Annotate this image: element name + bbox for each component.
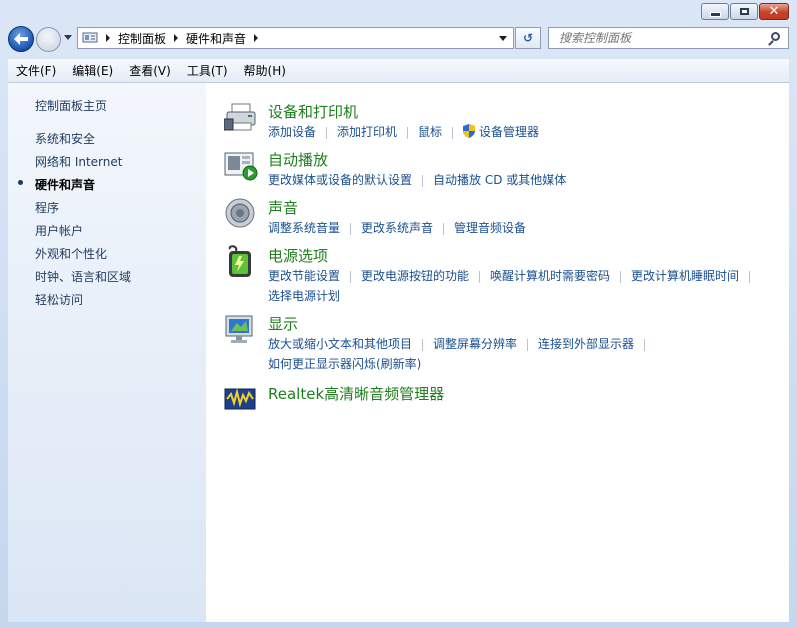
link-separator <box>326 126 328 139</box>
breadcrumb-arrow-icon[interactable] <box>254 34 259 42</box>
link-separator <box>479 270 481 283</box>
menu-file[interactable]: 文件(F) <box>8 62 64 79</box>
content-area: 控制面板主页 系统和安全 网络和 Internet 硬件和声音 程序 用户帐户 … <box>8 83 789 622</box>
link-separator <box>749 270 751 283</box>
sidebar-item-user-accounts[interactable]: 用户帐户 <box>35 222 83 239</box>
recent-pages-dropdown[interactable] <box>64 35 72 40</box>
link-refresh-rate[interactable]: 如何更正显示器闪烁(刷新率) <box>268 357 421 371</box>
search-input[interactable] <box>557 30 761 46</box>
back-button[interactable] <box>8 26 34 52</box>
address-bar[interactable]: 控制面板 硬件和声音 <box>77 27 514 49</box>
link-separator <box>350 222 352 235</box>
sidebar-item-network[interactable]: 网络和 Internet <box>35 153 122 170</box>
refresh-button[interactable]: ↺ <box>515 27 541 49</box>
link-mouse[interactable]: 鼠标 <box>418 125 442 139</box>
link-autoplay-cd[interactable]: 自动播放 CD 或其他媒体 <box>433 173 566 187</box>
link-separator <box>620 270 622 283</box>
sidebar-item-hardware-sound[interactable]: 硬件和声音 <box>35 176 95 193</box>
category-title-realtek-audio[interactable]: Realtek高清晰音频管理器 <box>268 383 444 404</box>
sidebar-item-clock-region[interactable]: 时钟、语言和区域 <box>35 268 131 285</box>
link-power-saving-settings[interactable]: 更改节能设置 <box>268 269 340 283</box>
sidebar-item-system-security[interactable]: 系统和安全 <box>35 130 95 147</box>
main-panel: 设备和打印机 添加设备 添加打印机 鼠标 设备管理器 自动播放 更改媒体或设备的默认设… <box>206 83 789 622</box>
link-separator <box>350 270 352 283</box>
link-screen-resolution[interactable]: 调整屏幕分辨率 <box>433 337 517 351</box>
minimize-button[interactable] <box>701 3 729 20</box>
link-change-media-defaults[interactable]: 更改媒体或设备的默认设置 <box>268 173 412 187</box>
breadcrumb: 控制面板 硬件和声音 <box>98 28 266 48</box>
menu-tools[interactable]: 工具(T) <box>179 62 236 79</box>
back-arrow-icon <box>14 33 28 45</box>
forward-arrow-icon <box>42 34 55 45</box>
link-add-device[interactable]: 添加设备 <box>268 125 316 139</box>
menu-help[interactable]: 帮助(H) <box>236 62 294 79</box>
sidebar-item-ease-of-access[interactable]: 轻松访问 <box>35 291 83 308</box>
category-title-autoplay[interactable]: 自动播放 <box>268 149 328 170</box>
speaker-icon[interactable] <box>224 197 256 229</box>
link-separator <box>422 174 424 187</box>
category-links: 调整系统音量 更改系统声音 管理音频设备 <box>268 218 788 238</box>
printer-icon[interactable] <box>223 101 256 133</box>
link-separator <box>644 338 646 351</box>
link-change-system-sounds[interactable]: 更改系统声音 <box>361 221 433 235</box>
link-sleep-time[interactable]: 更改计算机睡眠时间 <box>631 269 739 283</box>
control-panel-window: ✕ 控制面板 硬件和声音 ↺ 文件( <box>0 0 797 628</box>
current-item-bullet <box>18 180 23 185</box>
link-separator <box>407 126 409 139</box>
menu-view[interactable]: 查看(V) <box>121 62 179 79</box>
link-power-button-function[interactable]: 更改电源按钮的功能 <box>361 269 469 283</box>
sidebar: 控制面板主页 系统和安全 网络和 Internet 硬件和声音 程序 用户帐户 … <box>8 83 206 622</box>
category-title-power-options[interactable]: 电源选项 <box>268 245 328 266</box>
sidebar-item-programs[interactable]: 程序 <box>35 199 59 216</box>
breadcrumb-arrow-icon[interactable] <box>174 34 179 42</box>
breadcrumb-arrow-icon[interactable] <box>106 34 110 42</box>
close-button[interactable]: ✕ <box>759 3 789 20</box>
link-adjust-volume[interactable]: 调整系统音量 <box>268 221 340 235</box>
breadcrumb-control-panel[interactable]: 控制面板 <box>118 30 166 47</box>
navigation-bar: 控制面板 硬件和声音 ↺ <box>0 22 797 58</box>
monitor-icon[interactable] <box>224 313 256 345</box>
link-external-display[interactable]: 连接到外部显示器 <box>538 337 634 351</box>
link-manage-audio-devices[interactable]: 管理音频设备 <box>454 221 526 235</box>
category-links: 更改媒体或设备的默认设置 自动播放 CD 或其他媒体 <box>268 170 788 190</box>
category-title-sound[interactable]: 声音 <box>268 197 298 218</box>
link-device-manager[interactable]: 设备管理器 <box>479 125 539 139</box>
menu-edit[interactable]: 编辑(E) <box>64 62 121 79</box>
realtek-audio-icon[interactable] <box>224 383 256 415</box>
category-links: 添加设备 添加打印机 鼠标 设备管理器 <box>268 122 788 142</box>
breadcrumb-hardware-sound[interactable]: 硬件和声音 <box>186 30 246 47</box>
refresh-icon: ↺ <box>522 31 534 45</box>
category-links: 更改节能设置 更改电源按钮的功能 唤醒计算机时需要密码 更改计算机睡眠时间选择电源计划 <box>268 266 788 306</box>
close-icon: ✕ <box>768 4 780 19</box>
link-separator <box>527 338 529 351</box>
category-links: 放大或缩小文本和其他项目 调整屏幕分辨率 连接到外部显示器如何更正显示器闪烁(刷新率… <box>268 334 788 374</box>
link-add-printer[interactable]: 添加打印机 <box>337 125 397 139</box>
maximize-button[interactable] <box>730 3 758 20</box>
caption-buttons: ✕ <box>700 3 789 20</box>
forward-button[interactable] <box>36 27 61 52</box>
search-icon[interactable] <box>771 32 780 41</box>
address-dropdown-icon[interactable] <box>499 36 507 41</box>
control-panel-icon <box>82 31 98 45</box>
link-choose-power-plan[interactable]: 选择电源计划 <box>268 289 340 303</box>
sidebar-item-appearance[interactable]: 外观和个性化 <box>35 245 107 262</box>
category-title-devices-printers[interactable]: 设备和打印机 <box>268 101 358 122</box>
category-title-display[interactable]: 显示 <box>268 313 298 334</box>
link-separator <box>452 126 454 139</box>
maximize-icon <box>739 8 749 15</box>
menu-bar: 文件(F) 编辑(E) 查看(V) 工具(T) 帮助(H) <box>8 59 789 83</box>
link-require-password-wake[interactable]: 唤醒计算机时需要密码 <box>490 269 610 283</box>
link-separator <box>443 222 445 235</box>
link-resize-text[interactable]: 放大或缩小文本和其他项目 <box>268 337 412 351</box>
sidebar-item-home[interactable]: 控制面板主页 <box>35 97 107 114</box>
minimize-icon <box>709 12 721 17</box>
autoplay-icon[interactable] <box>224 149 258 181</box>
uac-shield-icon <box>463 124 476 138</box>
link-separator <box>422 338 424 351</box>
search-box[interactable] <box>548 27 789 49</box>
battery-icon[interactable] <box>224 245 256 277</box>
